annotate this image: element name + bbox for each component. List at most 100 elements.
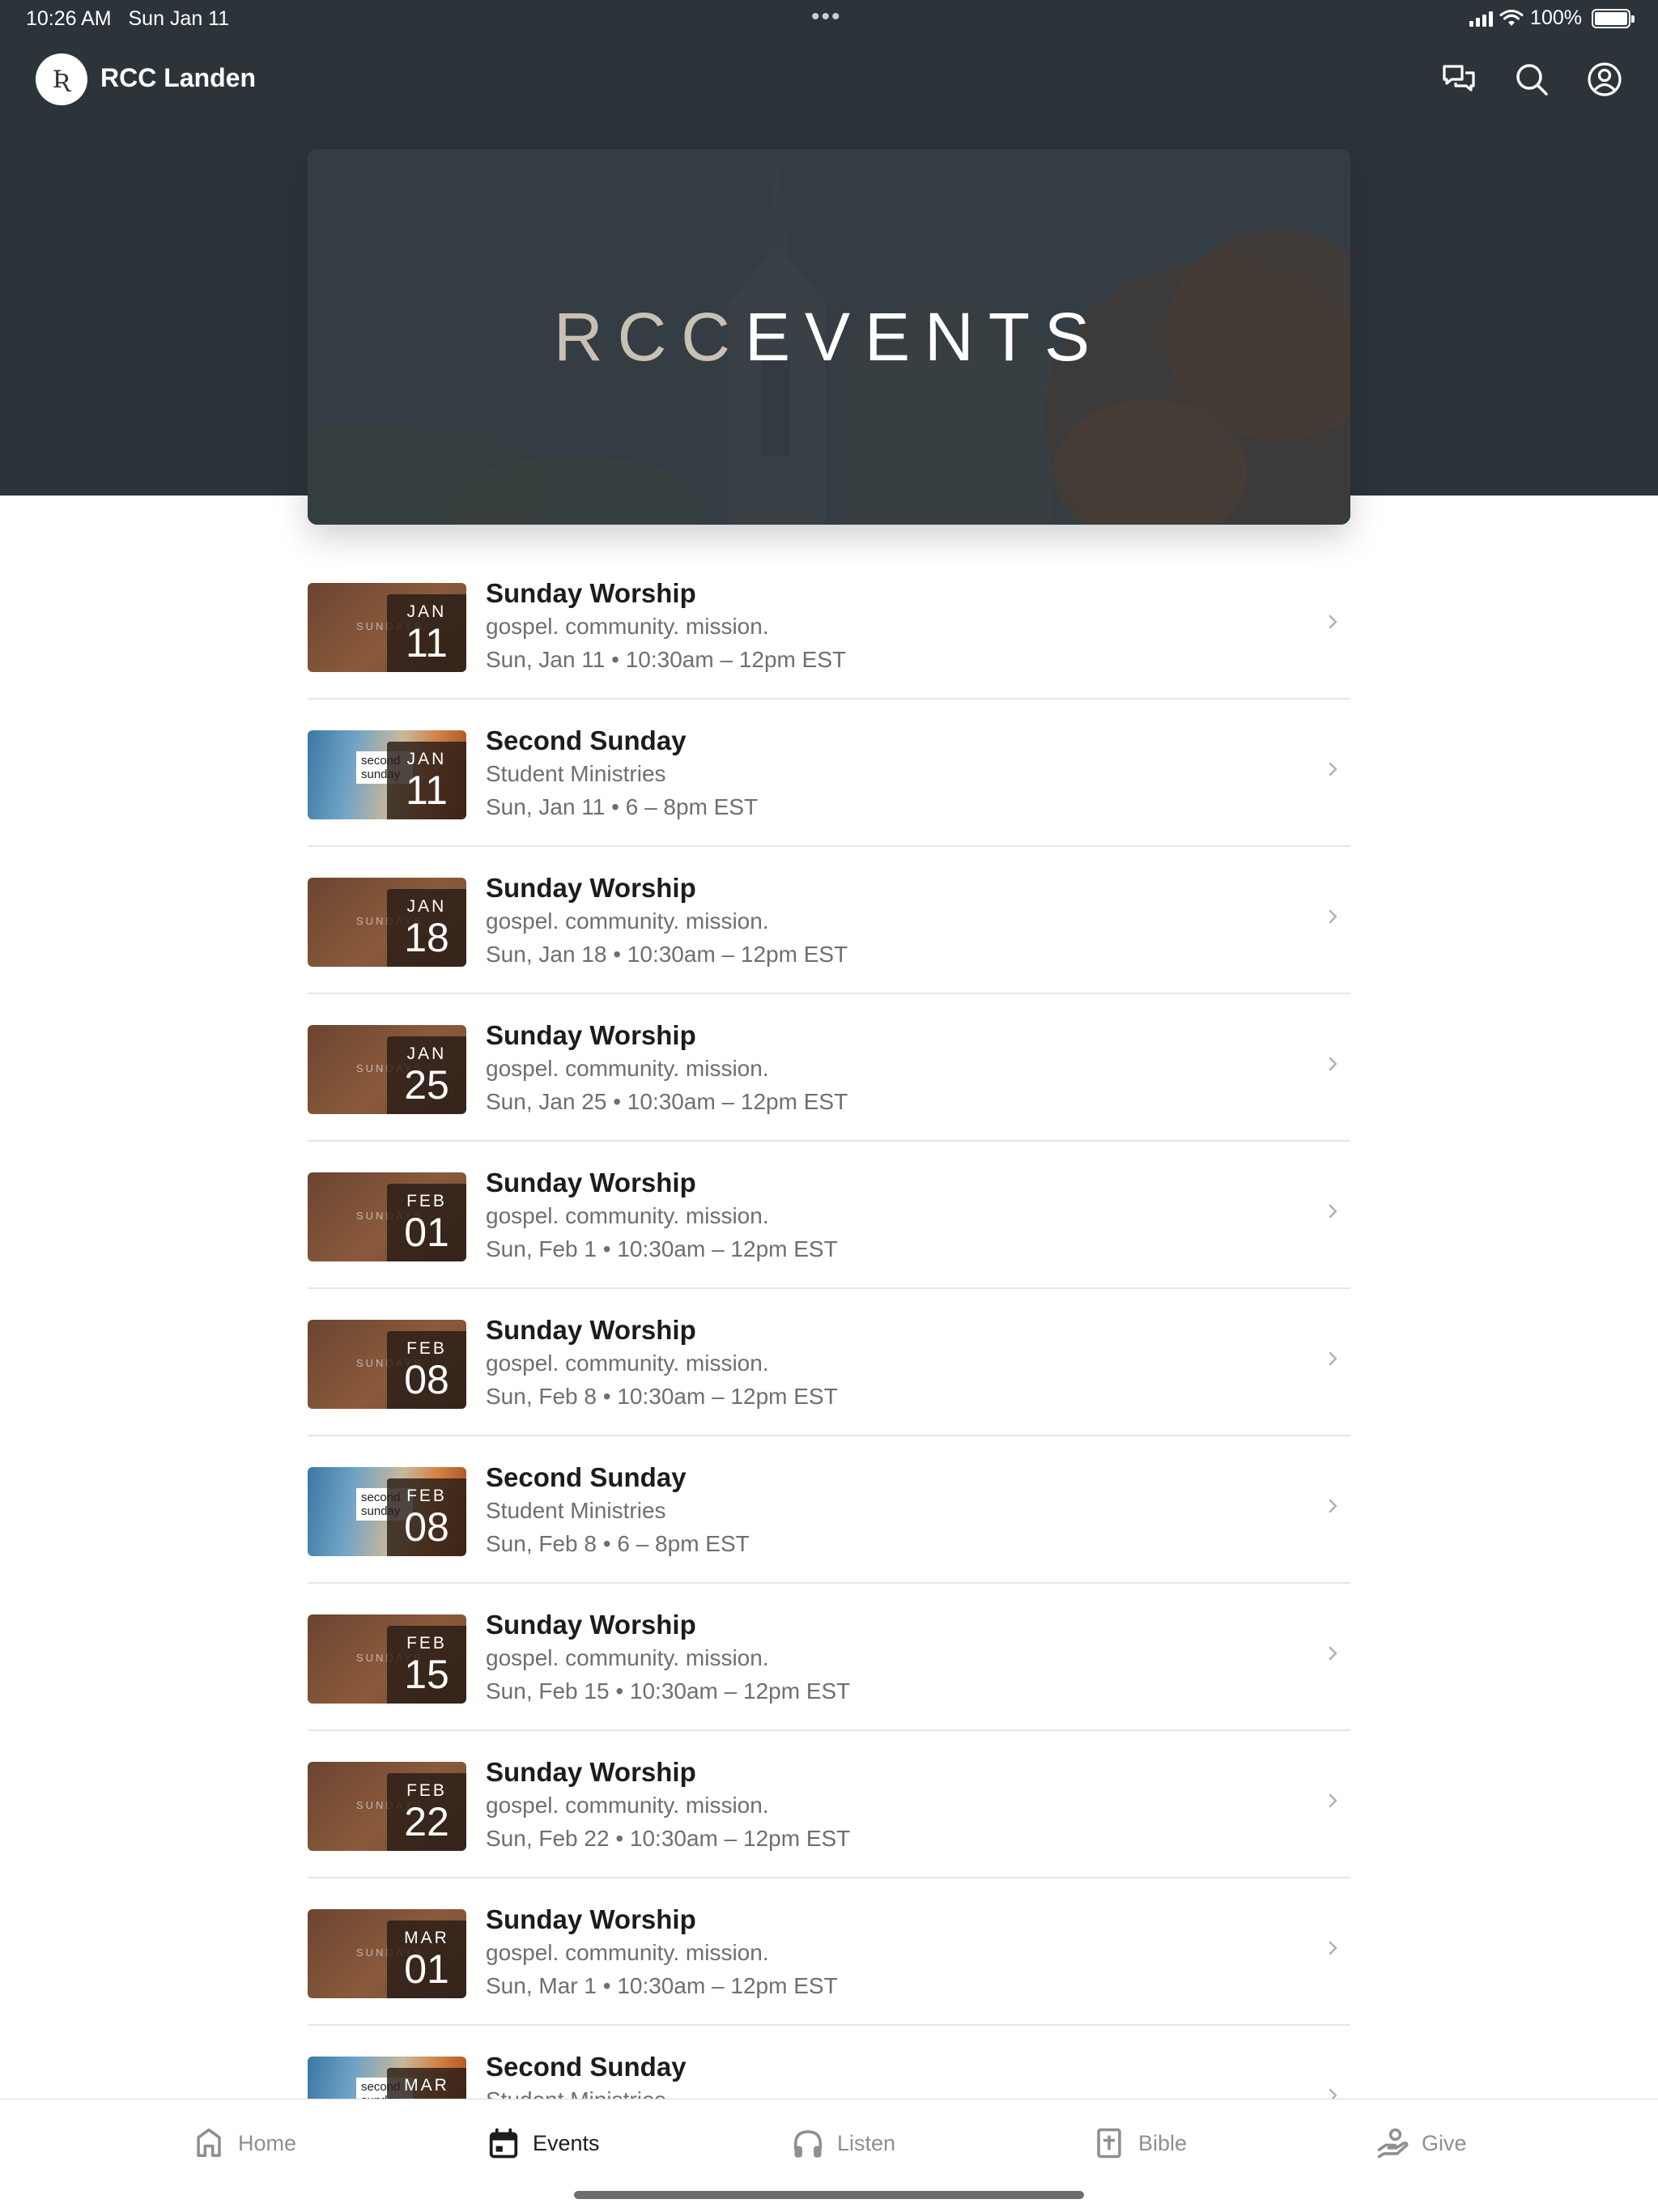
headphones-icon [793,2130,823,2158]
event-row[interactable]: SUNDAYS MAR 01 Sunday Worship gospel. co… [308,1878,1350,2026]
multitasking-dots[interactable]: ••• [811,3,842,31]
event-row[interactable]: SUNDAYS FEB 08 Sunday Worship gospel. co… [308,1289,1350,1436]
event-title: Sunday Worship [486,1904,696,1934]
banner-title-rcc: RCC [553,298,745,375]
bible-icon [1097,2128,1121,2159]
event-time: Sun, Feb 22 • 10:30am – 12pm EST [486,1826,851,1851]
event-time: Sun, Mar 1 • 10:30am – 12pm EST [486,1973,838,1998]
event-subtitle: Student Ministries [486,761,666,786]
app-bar: Ʀ RCC Landen [0,52,1658,107]
status-bar: 10:26 AM Sun Jan 11 ••• 100% [0,0,1658,39]
chevron-right-icon [1329,1646,1337,1661]
tab-label: Give [1422,2130,1467,2155]
date-badge: JAN 11 [387,594,466,672]
date-month: FEB [406,1487,447,1505]
event-title: Sunday Worship [486,873,696,903]
event-thumbnail: SUNDAYS FEB 08 [308,1320,466,1409]
event-row[interactable]: SUNDAYS JAN 25 Sunday Worship gospel. co… [308,994,1350,1142]
signal-icon [1469,11,1494,27]
event-row[interactable]: second sunday JAN 11 Second Sunday Stude… [308,700,1350,847]
chevron-right-icon [1329,1204,1337,1219]
status-time: 10:26 AM Sun Jan 11 [26,7,230,30]
tab-label: Events [533,2130,600,2155]
date-month: FEB [406,1339,447,1358]
date-badge: JAN 25 [387,1036,466,1114]
event-time: Sun, Jan 25 • 10:30am – 12pm EST [486,1089,848,1114]
event-thumbnail: second sunday FEB 08 [308,1467,466,1556]
chevron-right-icon [1329,615,1337,629]
event-thumbnail: SUNDAYS JAN 11 [308,583,466,672]
top-actions [1438,58,1626,100]
event-row[interactable]: SUNDAYS FEB 15 Sunday Worship gospel. co… [308,1584,1350,1731]
banner-title-events: EVENTS [744,298,1105,375]
church-logo[interactable]: Ʀ [36,53,87,105]
home-indicator[interactable] [574,2191,1084,2199]
date-badge: JAN 18 [387,889,466,967]
date-day: 01 [404,1946,449,1992]
event-thumbnail: SUNDAYS FEB 01 [308,1172,466,1261]
date-badge: FEB 01 [387,1184,466,1261]
profile-icon[interactable] [1584,58,1626,100]
event-subtitle: gospel. community. mission. [486,1203,769,1228]
event-time: Sun, Feb 15 • 10:30am – 12pm EST [486,1678,851,1704]
chevron-right-icon [1329,1499,1337,1513]
date-day: 08 [404,1504,449,1550]
event-title: Second Sunday [486,2052,687,2082]
event-subtitle: gospel. community. mission. [486,1645,769,1670]
date-day: 01 [404,1210,449,1255]
event-row[interactable]: SUNDAYS FEB 01 Sunday Worship gospel. co… [308,1142,1350,1289]
date-day: 25 [404,1062,449,1108]
search-icon[interactable] [1511,58,1553,100]
tab-events[interactable]: Events [487,2121,600,2166]
tab-home[interactable]: Home [193,2121,296,2166]
date-month: FEB [406,1781,447,1800]
date-day: 22 [404,1799,449,1844]
tab-label: Listen [837,2130,896,2155]
tab-listen[interactable]: Listen [792,2121,895,2166]
status-indicators: 100% [1469,6,1635,30]
date-badge: FEB 08 [387,1478,466,1556]
date-month: FEB [406,1634,447,1653]
wifi-icon [1499,9,1524,26]
event-list: SUNDAYS JAN 11 Sunday Worship gospel. co… [308,552,1350,2173]
event-time: Sun, Feb 8 • 10:30am – 12pm EST [486,1384,838,1409]
event-thumbnail: SUNDAYS MAR 01 [308,1909,466,1998]
event-subtitle: gospel. community. mission. [486,1940,769,1965]
event-thumbnail: SUNDAYS FEB 22 [308,1762,466,1851]
chevron-right-icon [1329,1793,1337,1808]
event-row[interactable]: SUNDAYS FEB 22 Sunday Worship gospel. co… [308,1731,1350,1878]
date-badge: JAN 11 [387,742,466,819]
tab-label: Bible [1138,2130,1188,2155]
home-icon [197,2128,221,2158]
tab-bible[interactable]: Bible [1093,2121,1187,2166]
chat-icon[interactable] [1438,58,1480,100]
event-time: Sun, Jan 11 • 6 – 8pm EST [486,794,759,819]
date-day: 11 [406,620,448,666]
event-subtitle: Student Ministries [486,1498,666,1523]
event-thumbnail: SUNDAYS JAN 25 [308,1025,466,1114]
chevron-right-icon [1329,1941,1337,1955]
event-time: Sun, Jan 18 • 10:30am – 12pm EST [486,942,848,967]
event-subtitle: gospel. community. mission. [486,614,769,639]
battery-percent: 100% [1530,6,1582,29]
date-day: 08 [404,1357,449,1402]
date-day: 18 [404,915,449,960]
date-badge: MAR 01 [387,1921,466,1998]
event-row[interactable]: second sunday FEB 08 Second Sunday Stude… [308,1436,1350,1584]
event-title: Sunday Worship [486,1168,696,1197]
date-badge: FEB 22 [387,1773,466,1851]
date-badge: FEB 15 [387,1626,466,1704]
date-badge: FEB 08 [387,1331,466,1409]
chevron-right-icon [1329,909,1337,924]
tab-give[interactable]: Give [1376,2121,1467,2166]
date-month: JAN [406,1044,447,1063]
event-row[interactable]: SUNDAYS JAN 11 Sunday Worship gospel. co… [308,552,1350,700]
event-row[interactable]: SUNDAYS JAN 18 Sunday Worship gospel. co… [308,847,1350,994]
calendar-icon [489,2128,518,2159]
event-subtitle: gospel. community. mission. [486,1793,769,1818]
event-subtitle: gospel. community. mission. [486,1351,769,1376]
event-thumbnail: second sunday JAN 11 [308,730,466,819]
date-month: MAR [404,1929,449,1947]
date-month: JAN [406,602,447,621]
date-day: 11 [406,768,448,813]
